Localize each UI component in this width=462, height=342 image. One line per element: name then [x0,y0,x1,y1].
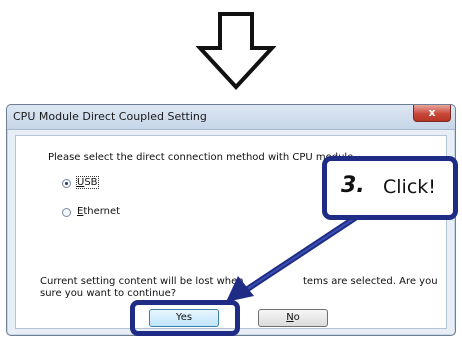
close-icon: x [428,106,436,119]
warning-text-line2: sure you want to continue? [40,288,177,299]
callout-step-number: 3. [341,173,365,198]
no-button[interactable]: No [258,309,328,327]
dialog-title: CPU Module Direct Coupled Setting [13,110,207,123]
yes-button-highlight [130,300,240,336]
radio-ethernet-label: Ethernet [77,206,121,217]
down-arrow-icon [196,12,276,90]
callout-text: Click! [383,176,436,198]
close-button[interactable]: x [413,105,451,122]
radio-usb-label: USB [76,176,99,189]
title-bar: CPU Module Direct Coupled Setting x [7,105,455,130]
radio-icon [62,179,71,188]
prompt-text: Please select the direct connection meth… [48,152,357,163]
callout-box: 3. Click! [322,156,458,220]
warning-text-line1-end: tems are selected. Are you [303,276,438,287]
radio-icon [62,208,71,217]
warning-text-line1: Current setting content will be lost whe… [40,276,244,287]
